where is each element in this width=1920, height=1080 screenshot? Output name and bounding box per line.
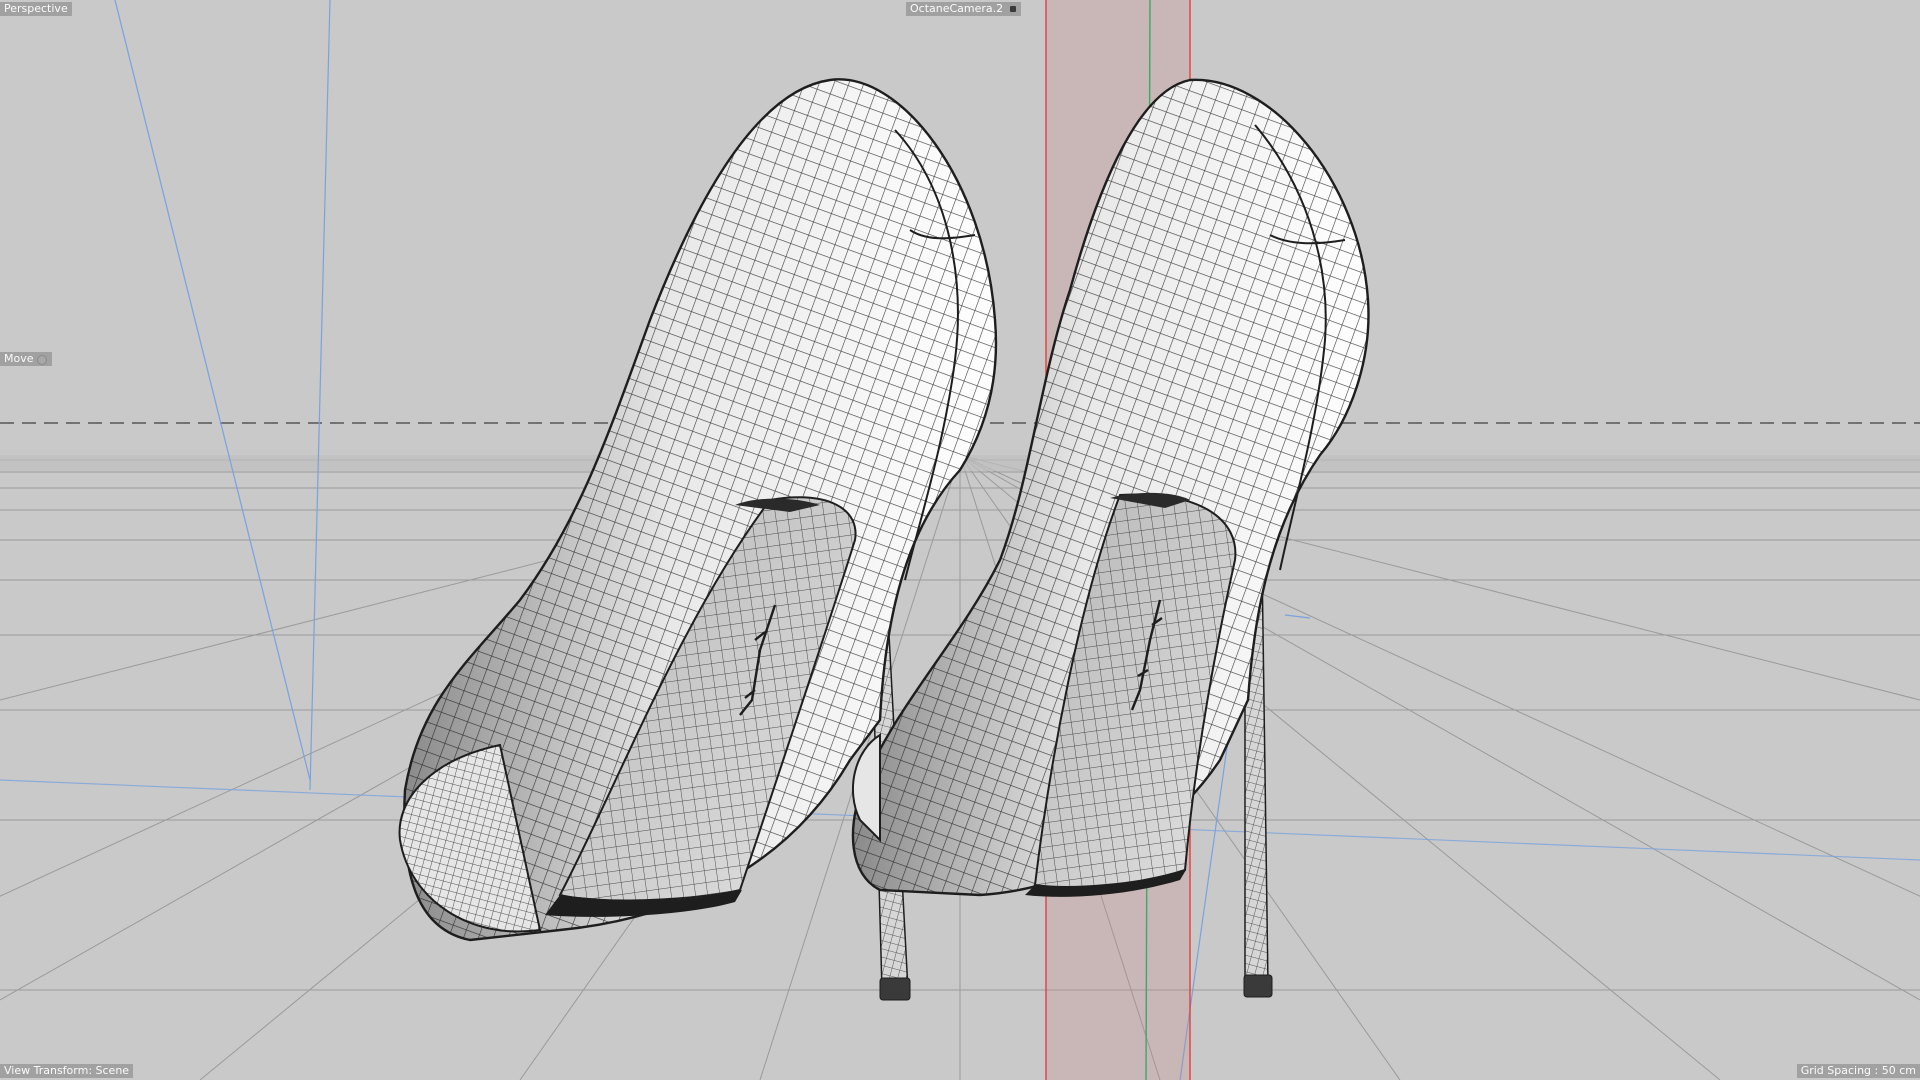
camera-name-label[interactable]: OctaneCamera.2: [906, 2, 1022, 16]
camera-name-text: OctaneCamera.2: [910, 2, 1004, 15]
active-tool-text: Move: [4, 352, 34, 365]
grid-spacing-label: Grid Spacing : 50 cm: [1796, 1064, 1920, 1078]
tool-settings-icon[interactable]: [36, 355, 47, 365]
viewport-canvas[interactable]: [0, 0, 1920, 1080]
view-name-label[interactable]: Perspective: [0, 2, 72, 16]
3d-viewport[interactable]: Perspective OctaneCamera.2 Move View Tra…: [0, 0, 1920, 1080]
active-tool-label[interactable]: Move: [0, 352, 52, 366]
view-transform-label: View Transform: Scene: [0, 1064, 134, 1078]
camera-lock-icon[interactable]: [1010, 6, 1017, 12]
